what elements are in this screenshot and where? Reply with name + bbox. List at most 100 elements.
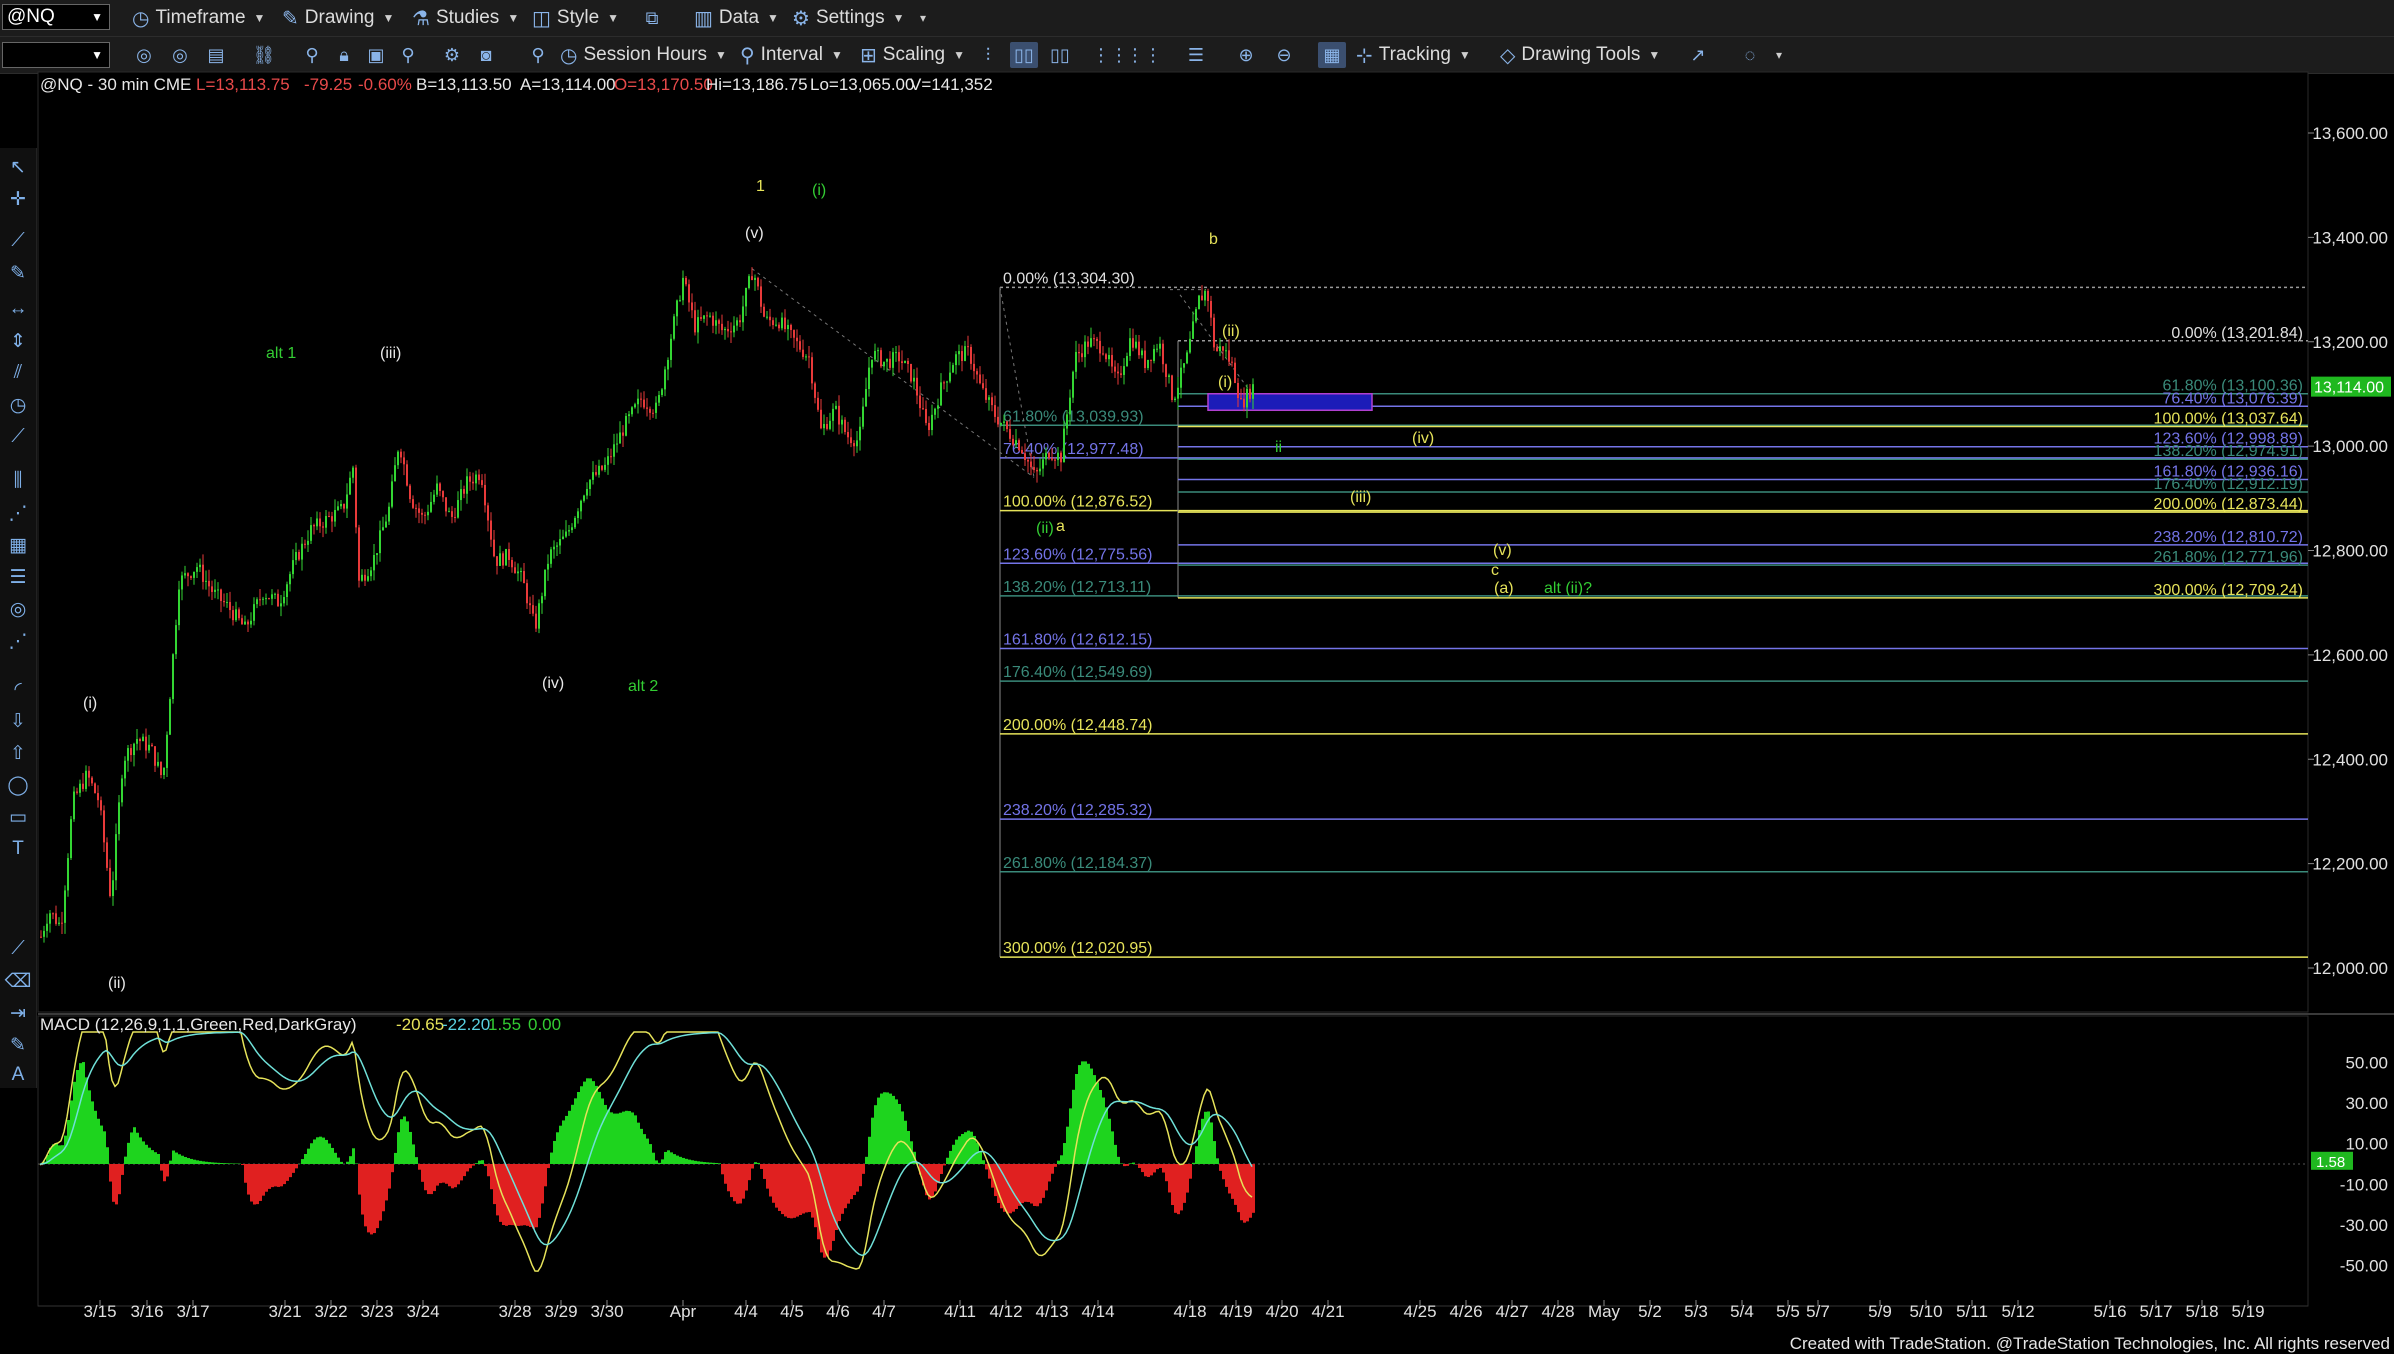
candle-body: [133, 744, 135, 755]
time-tick-label: 3/15: [83, 1302, 116, 1321]
macd-histogram-bar: [586, 1078, 589, 1164]
fib-left-level-label: 200.00% (12,448.74): [1003, 717, 1152, 734]
macd-histogram-bar: [1096, 1082, 1099, 1164]
candle-body: [691, 302, 693, 310]
candle-body: [940, 382, 942, 405]
macd-histogram-bar: [652, 1153, 655, 1164]
macd-tick-label: -30.00: [2340, 1216, 2388, 1235]
candle-body: [223, 601, 225, 602]
candle-body: [1171, 375, 1173, 400]
macd-histogram-bar: [430, 1164, 433, 1194]
macd-histogram-bar: [367, 1164, 370, 1232]
candle-body: [811, 357, 813, 383]
macd-histogram-bar: [214, 1163, 217, 1164]
macd-histogram-bar: [1162, 1164, 1165, 1173]
macd-histogram-bar: [1174, 1164, 1177, 1213]
macd-histogram-bar: [730, 1164, 733, 1197]
target-zone-box[interactable]: [1208, 394, 1372, 411]
candle-body: [472, 482, 474, 484]
macd-histogram-bar: [1180, 1164, 1183, 1210]
macd-histogram-bar: [940, 1164, 943, 1174]
macd-histogram-bar: [733, 1164, 736, 1201]
candle-body: [490, 521, 492, 540]
fib-left-level-label: 161.80% (12,612.15): [1003, 632, 1152, 649]
credit-text: Created with TradeStation. @TradeStation…: [1790, 1334, 2390, 1354]
macd-histogram-bar: [751, 1164, 754, 1169]
candle-body: [985, 388, 987, 400]
macd-histogram-bar: [1189, 1164, 1192, 1179]
candle-body: [1126, 356, 1128, 366]
macd-histogram-bar: [937, 1164, 940, 1183]
candle-body: [916, 378, 918, 396]
macd-histogram-bar: [769, 1164, 772, 1196]
candle-body: [463, 489, 465, 494]
time-axis[interactable]: 3/153/163/173/213/223/233/243/283/293/30…: [38, 1300, 2308, 1321]
candle-body: [286, 584, 288, 597]
candle-body: [565, 532, 567, 537]
macd-tick-label: -10.00: [2340, 1175, 2388, 1194]
candle-body: [700, 317, 702, 319]
candle-body: [1072, 372, 1074, 398]
candle-body: [511, 560, 513, 567]
macd-histogram-bar: [643, 1134, 646, 1164]
macd-histogram-bar: [160, 1164, 163, 1171]
macd-histogram-bar: [100, 1126, 103, 1164]
candle-body: [817, 398, 819, 410]
macd-histogram-bar: [79, 1063, 82, 1164]
candle-body: [64, 890, 66, 922]
macd-histogram-bar: [694, 1161, 697, 1164]
candle-body: [634, 404, 636, 407]
candle-body: [877, 350, 879, 351]
candle-body: [1246, 389, 1248, 408]
candle-body: [637, 399, 639, 405]
candle-body: [766, 317, 768, 318]
macd-histogram-bar: [55, 1144, 58, 1164]
macd-histogram-bar: [1123, 1164, 1126, 1166]
candle-body: [895, 352, 897, 353]
macd-histogram-bar: [412, 1144, 415, 1164]
time-tick-label: 5/10: [1909, 1302, 1942, 1321]
macd-histogram-bar: [535, 1164, 538, 1227]
macd-histogram-bar: [1012, 1164, 1015, 1212]
macd-histogram-bar: [373, 1164, 376, 1233]
price-chart[interactable]: 0.00% (13,304.30)61.80% (13,039.93)76.40…: [0, 0, 2394, 1330]
macd-histogram-bar: [448, 1164, 451, 1186]
macd-histogram-bar: [832, 1164, 835, 1241]
candle-body: [394, 465, 396, 481]
macd-histogram-bar: [658, 1163, 661, 1164]
candle-body: [1147, 360, 1149, 368]
candle-body: [1042, 459, 1044, 468]
candle-body: [52, 913, 54, 914]
candle-body: [694, 310, 696, 332]
candle-body: [862, 407, 864, 427]
macd-histogram-bar: [562, 1120, 565, 1164]
target-zone[interactable]: [1208, 394, 1372, 411]
macd-histogram-bar: [673, 1154, 676, 1164]
candle-body: [70, 819, 72, 858]
price-axis[interactable]: 12,000.0012,200.0012,400.0012,600.0012,8…: [2308, 124, 2391, 978]
candle-body: [79, 784, 81, 793]
candle-body: [268, 598, 270, 599]
candle-body: [466, 476, 468, 493]
macd-histogram-bar: [118, 1164, 121, 1194]
candle-body: [418, 508, 420, 512]
macd-histogram-bar: [253, 1164, 256, 1204]
macd-histogram-bar: [364, 1164, 367, 1226]
wave-label: b: [1209, 231, 1218, 248]
candle-body: [400, 452, 402, 458]
candle-body: [1165, 364, 1167, 377]
macd-histogram-bar: [379, 1164, 382, 1221]
candle-body: [673, 316, 675, 338]
time-tick-label: 5/5: [1776, 1302, 1800, 1321]
macd-histogram-bar: [1141, 1164, 1144, 1172]
time-tick-label: 4/13: [1035, 1302, 1068, 1321]
macd-histogram-bar: [892, 1096, 895, 1164]
candle-body: [589, 480, 591, 489]
candle-body: [778, 325, 780, 329]
macd-histogram-bar: [319, 1137, 322, 1164]
candle-body: [667, 360, 669, 369]
candle-body: [166, 735, 168, 768]
fib-left-level-label: 0.00% (13,304.30): [1003, 270, 1135, 287]
candle-body: [871, 360, 873, 368]
macd-histogram-bar: [1042, 1164, 1045, 1198]
